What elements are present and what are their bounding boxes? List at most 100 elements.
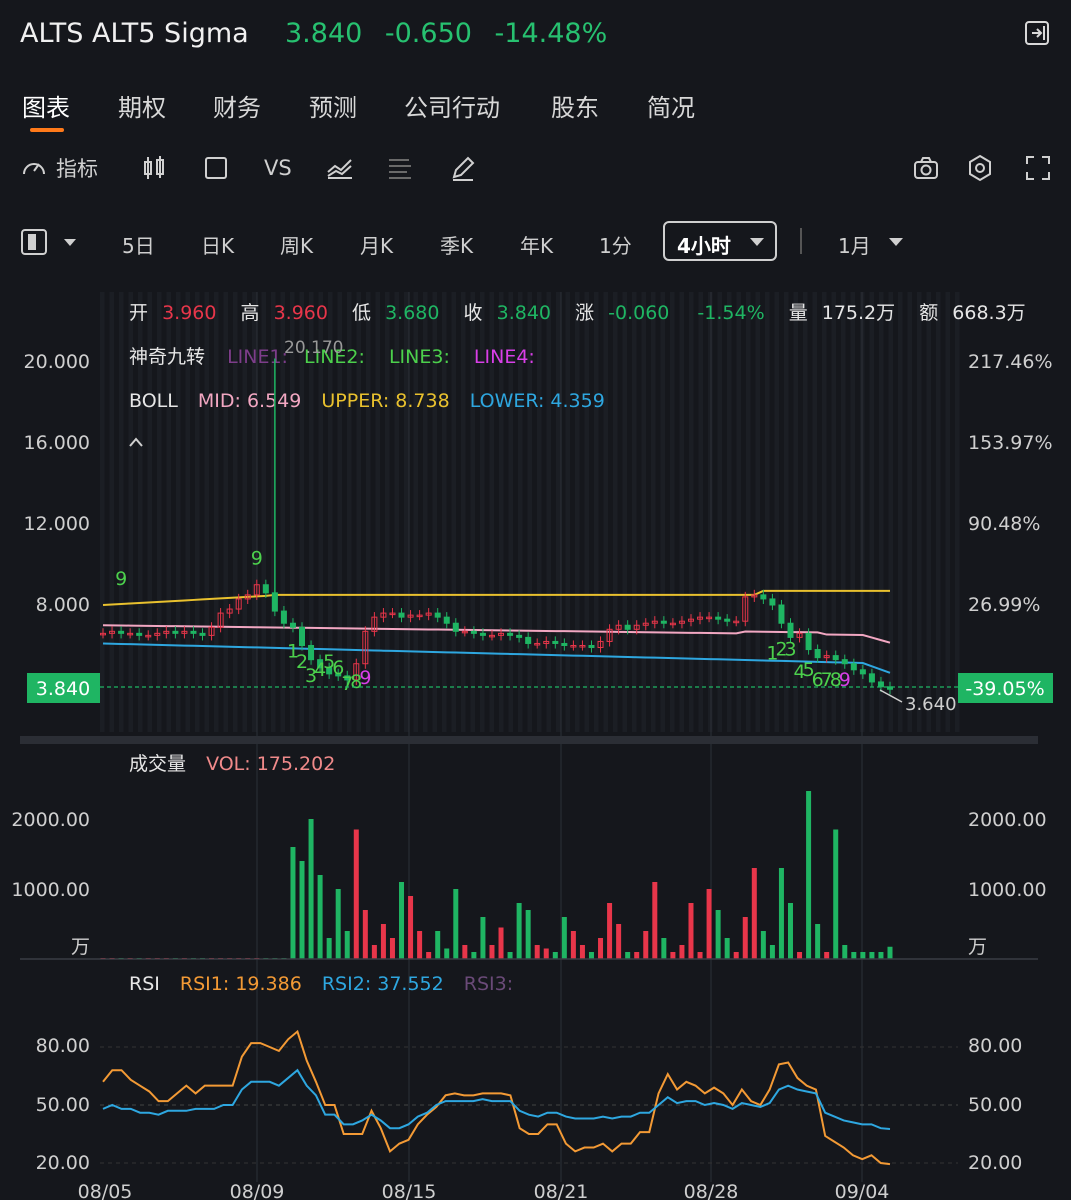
exit-fullscreen-icon[interactable] <box>1024 20 1050 46</box>
volume-bar <box>389 938 395 959</box>
screenshot-button[interactable] <box>912 150 940 186</box>
grid-stripe <box>556 292 561 732</box>
chg-value: -0.060 <box>608 302 669 324</box>
chg-pct: -1.54% <box>697 302 764 324</box>
price-change: -0.650 <box>384 18 472 49</box>
main-tabs: 图表 期权 财务 预测 公司行动 股东 简况 <box>0 88 1071 132</box>
grid-stripe <box>679 292 684 732</box>
rsi1-value: RSI1: 19.386 <box>180 973 302 995</box>
fullscreen-button[interactable] <box>1024 150 1052 186</box>
compare-button[interactable]: VS <box>264 150 292 186</box>
x-tick: 08/21 <box>534 1181 589 1200</box>
candle-body <box>507 632 514 636</box>
period-daily[interactable]: 日K <box>201 230 234 259</box>
peak-price-label: 20.170 <box>284 338 343 358</box>
gear-icon <box>969 154 991 182</box>
period-monthly[interactable]: 月K <box>360 230 393 259</box>
grid-stripe <box>546 292 551 732</box>
tab-chart[interactable]: 图表 <box>22 88 70 123</box>
candle-body <box>470 630 477 634</box>
volume-bar <box>706 889 712 959</box>
rsi-lines <box>102 1029 891 1166</box>
volume-tick: 2000.00 <box>11 809 90 831</box>
volume-bar <box>534 945 540 959</box>
candle-body <box>479 632 486 636</box>
period-1min[interactable]: 1分 <box>599 230 632 259</box>
pct-tick: 90.48% <box>968 513 1040 535</box>
chevron-down-icon <box>889 238 903 246</box>
period-weekly[interactable]: 周K <box>280 230 313 259</box>
candle-type-button[interactable] <box>140 150 168 186</box>
selected-period: 4小时 <box>677 234 731 258</box>
low-value: 3.680 <box>385 302 439 324</box>
volume-bar <box>643 931 649 959</box>
grid-stripe <box>945 292 950 732</box>
candle-body <box>760 594 767 600</box>
x-tick: 08/05 <box>78 1181 133 1200</box>
grid-stripe <box>375 292 380 732</box>
indicator-label: 指标 <box>56 157 98 181</box>
rsi-name: RSI <box>129 973 160 995</box>
candle-body <box>434 612 441 618</box>
volume-bar <box>371 945 377 959</box>
grid-stripe <box>575 292 580 732</box>
grid-stripe <box>727 292 732 732</box>
candle-body <box>724 618 731 622</box>
volume-bar <box>688 903 694 959</box>
grid-stripe <box>461 292 466 732</box>
candle-body <box>814 649 821 659</box>
gauge-icon <box>23 163 45 175</box>
grid-stripe <box>584 292 589 732</box>
volume-bar <box>453 889 459 959</box>
candle-body <box>118 630 125 634</box>
tab-shareholders[interactable]: 股东 <box>551 88 599 123</box>
grid-stripe <box>689 292 694 732</box>
grid-stripe <box>717 292 722 732</box>
candle-body <box>832 655 839 661</box>
tab-corporate-actions[interactable]: 公司行动 <box>404 88 500 123</box>
grid-stripe <box>537 292 542 732</box>
volume-bar <box>824 952 830 959</box>
tab-forecast[interactable]: 预测 <box>309 88 357 123</box>
boll-upper: UPPER: 8.738 <box>321 390 449 412</box>
low-marker: 3.640 <box>905 694 957 715</box>
trend-button[interactable] <box>325 150 355 186</box>
candle-body <box>280 610 287 624</box>
trend-chart-icon <box>327 159 352 179</box>
volume-bar <box>697 952 703 959</box>
period-5d[interactable]: 5日 <box>122 230 155 259</box>
draw-button[interactable] <box>449 150 477 186</box>
grid-stripe <box>109 292 114 732</box>
volume-bar <box>570 931 576 959</box>
tab-options[interactable]: 期权 <box>118 88 166 123</box>
fullchart-button[interactable] <box>202 150 230 186</box>
vol-value: 175.2万 <box>822 302 895 324</box>
period-yearly[interactable]: 年K <box>520 230 553 259</box>
volume-bar <box>362 910 368 959</box>
nine-count: 9 <box>115 568 127 590</box>
candle-body <box>859 669 866 675</box>
tab-profile[interactable]: 简况 <box>647 88 695 123</box>
period-quarterly[interactable]: 季K <box>440 230 473 259</box>
volume-bar <box>679 945 685 959</box>
stock-chart[interactable]: 开 3.960 高 3.960 低 3.680 收 3.840 涨 -0.060… <box>0 282 1071 1200</box>
x-tick: 09/04 <box>835 1181 890 1200</box>
volume-bar <box>579 945 585 959</box>
volume-bar <box>353 829 359 959</box>
tab-financials[interactable]: 财务 <box>213 88 261 123</box>
indicator-button[interactable]: 指标 <box>20 150 98 186</box>
volume-bar <box>670 952 676 959</box>
range-label: 1月 <box>838 234 871 258</box>
volume-tick: 2000.00 <box>968 809 1047 831</box>
last-price-tag: 3.840 <box>36 678 90 700</box>
pane-divider[interactable] <box>20 736 1038 744</box>
volume-bar <box>860 952 866 959</box>
volume-bar <box>742 917 748 959</box>
period-4h-dropdown[interactable]: 4小时 <box>663 221 777 261</box>
grid-stripe <box>603 292 608 732</box>
candle-body <box>660 620 667 624</box>
volume-bar <box>625 952 631 959</box>
settings-button[interactable] <box>966 150 994 186</box>
layout-toggle[interactable] <box>20 228 82 260</box>
volume-bar <box>380 924 386 959</box>
